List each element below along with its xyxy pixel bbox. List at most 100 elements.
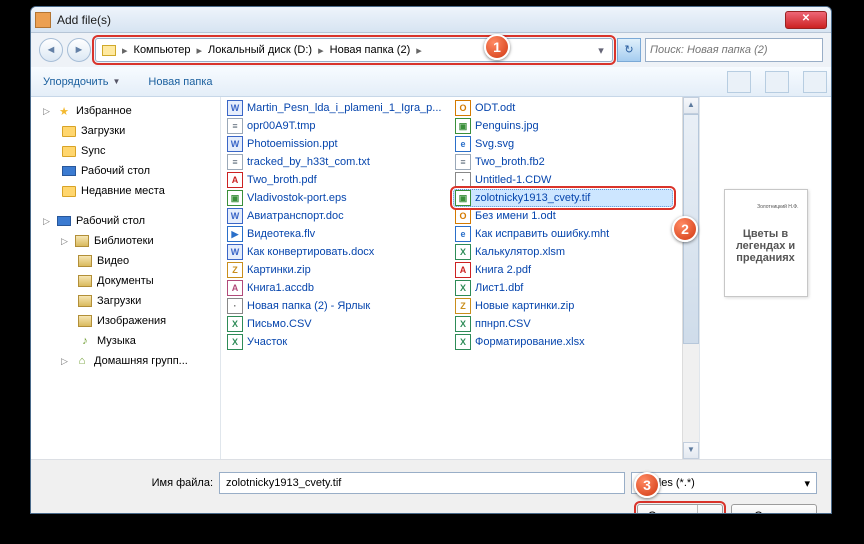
folder-icon <box>102 45 116 56</box>
cancel-button[interactable]: Отмена <box>731 504 817 514</box>
nav-recent[interactable]: Недавние места <box>31 181 220 201</box>
file-item[interactable]: WАвиатранспорт.doc <box>225 207 445 225</box>
preview-pane-button[interactable] <box>765 71 789 93</box>
file-item[interactable]: ·Новая папка (2) - Ярлык <box>225 297 445 315</box>
breadcrumb-seg[interactable]: Компьютер <box>130 44 195 56</box>
images-icon <box>77 313 93 329</box>
monitor-icon <box>61 163 77 179</box>
file-list: WMartin_Pesn_lda_i_plameni_1_Igra_p...≡o… <box>221 97 682 459</box>
file-icon: ≡ <box>455 154 471 170</box>
file-name: tracked_by_h33t_com.txt <box>247 156 370 168</box>
breadcrumb-seg[interactable]: Новая папка (2) <box>326 44 415 56</box>
close-button[interactable]: ✕ <box>785 11 827 29</box>
documents-icon <box>77 273 93 289</box>
address-bar[interactable]: ▸ Компьютер▸ Локальный диск (D:)▸ Новая … <box>95 38 613 62</box>
nav-favorites[interactable]: ▷★Избранное <box>31 101 220 121</box>
help-button[interactable] <box>803 71 827 93</box>
titlebar: Add file(s) ✕ <box>31 7 831 33</box>
nav-music[interactable]: ♪Музыка <box>31 331 220 351</box>
file-name: Penguins.jpg <box>475 120 539 132</box>
file-icon: A <box>455 262 471 278</box>
nav-downloads2[interactable]: Загрузки <box>31 291 220 311</box>
search-input[interactable] <box>645 38 823 62</box>
refresh-button[interactable]: ↻ <box>617 38 641 62</box>
scrollbar[interactable]: ▲ ▼ <box>682 97 699 459</box>
annotation-1: 1 <box>484 34 510 60</box>
scroll-down-button[interactable]: ▼ <box>683 442 699 459</box>
music-icon: ♪ <box>77 333 93 349</box>
file-icon: A <box>227 280 243 296</box>
file-item[interactable]: ▶Видеотека.flv <box>225 225 445 243</box>
view-options-button[interactable] <box>727 71 751 93</box>
file-item[interactable]: ≡ Two_broth.fb2 <box>453 153 673 171</box>
file-name: Видеотека.flv <box>247 228 315 240</box>
nav-images[interactable]: Изображения <box>31 311 220 331</box>
file-item[interactable]: ▣Penguins.jpg <box>453 117 673 135</box>
file-item[interactable]: ZНовые картинки.zip <box>453 297 673 315</box>
file-item[interactable]: AКнига1.accdb <box>225 279 445 297</box>
file-item[interactable]: XУчасток <box>225 333 445 351</box>
file-item[interactable]: ·Untitled-1.CDW <box>453 171 673 189</box>
file-icon: W <box>227 244 243 260</box>
file-item[interactable]: ▣zolotnicky1913_cvety.tif <box>453 189 673 207</box>
file-icon: W <box>227 208 243 224</box>
file-item[interactable]: XФорматирование.xlsx <box>453 333 673 351</box>
file-item[interactable]: XКалькулятор.xlsm <box>453 243 673 261</box>
breadcrumb-seg[interactable]: Локальный диск (D:) <box>204 44 316 56</box>
file-item[interactable]: WКак конвертировать.docx <box>225 243 445 261</box>
file-item[interactable]: ▣Vladivostok-port.eps <box>225 189 445 207</box>
footer: Имя файла: All files (*.*)▾ Открыть▼ Отм… <box>31 459 831 514</box>
address-dropdown[interactable]: ▾ <box>592 44 610 57</box>
file-item[interactable]: eSvg.svg <box>453 135 673 153</box>
file-item[interactable]: Xппнрп.CSV <box>453 315 673 333</box>
filename-label: Имя файла: <box>45 477 213 489</box>
file-item[interactable]: ATwo_broth.pdf <box>225 171 445 189</box>
file-item[interactable]: ZКартинки.zip <box>225 261 445 279</box>
file-name: Vladivostok-port.eps <box>247 192 347 204</box>
open-button[interactable]: Открыть▼ <box>637 504 723 514</box>
nav-documents[interactable]: Документы <box>31 271 220 291</box>
file-name: Новая папка (2) - Ярлык <box>247 300 370 312</box>
back-button[interactable]: ◄ <box>39 38 63 62</box>
file-item[interactable]: OODT.odt <box>453 99 673 117</box>
nav-video[interactable]: Видео <box>31 251 220 271</box>
annotation-2: 2 <box>672 216 698 242</box>
filename-input[interactable] <box>219 472 625 494</box>
file-item[interactable]: ≡opr00A9T.tmp <box>225 117 445 135</box>
file-icon: X <box>455 316 471 332</box>
file-item[interactable]: XЛист1.dbf <box>453 279 673 297</box>
new-folder-button[interactable]: Новая папка <box>140 72 220 92</box>
nav-downloads[interactable]: Загрузки <box>31 121 220 141</box>
file-icon: e <box>455 136 471 152</box>
file-item[interactable]: OБез имени 1.odt <box>453 207 673 225</box>
nav-sync[interactable]: Sync <box>31 141 220 161</box>
file-item[interactable]: WPhotoemission.ppt <box>225 135 445 153</box>
file-item[interactable]: WMartin_Pesn_lda_i_plameni_1_Igra_p... <box>225 99 445 117</box>
homegroup-icon: ⌂ <box>74 353 90 369</box>
file-icon: W <box>227 100 243 116</box>
organize-button[interactable]: Упорядочить▼ <box>35 72 128 92</box>
file-name: Two_broth.pdf <box>247 174 317 186</box>
nav-homegroup[interactable]: ▷⌂Домашняя групп... <box>31 351 220 371</box>
folder-icon <box>61 143 77 159</box>
file-icon: X <box>227 316 243 332</box>
nav-desktop-root[interactable]: ▷Рабочий стол <box>31 211 220 231</box>
file-name: Two_broth.fb2 <box>475 156 545 168</box>
file-item[interactable]: XПисьмо.CSV <box>225 315 445 333</box>
preview-thumbnail: Золотницкий Н.Ф. Цветы в легендах и пред… <box>724 189 808 297</box>
forward-button[interactable]: ► <box>67 38 91 62</box>
file-item[interactable]: ≡ tracked_by_h33t_com.txt <box>225 153 445 171</box>
nav-row: ◄ ► ▸ Компьютер▸ Локальный диск (D:)▸ Но… <box>31 33 831 67</box>
file-icon: e <box>455 226 471 242</box>
file-name: Photoemission.ppt <box>247 138 338 150</box>
nav-libraries[interactable]: ▷Библиотеки <box>31 231 220 251</box>
file-icon: ≡ <box>227 154 243 170</box>
file-icon: X <box>455 244 471 260</box>
file-item[interactable]: eКак исправить ошибку.mht <box>453 225 673 243</box>
scroll-up-button[interactable]: ▲ <box>683 97 699 114</box>
file-icon: X <box>227 334 243 350</box>
chevron-right-icon: ▸ <box>416 44 422 57</box>
nav-desktop[interactable]: Рабочий стол <box>31 161 220 181</box>
file-name: zolotnicky1913_cvety.tif <box>475 192 590 204</box>
file-item[interactable]: AКнига 2.pdf <box>453 261 673 279</box>
